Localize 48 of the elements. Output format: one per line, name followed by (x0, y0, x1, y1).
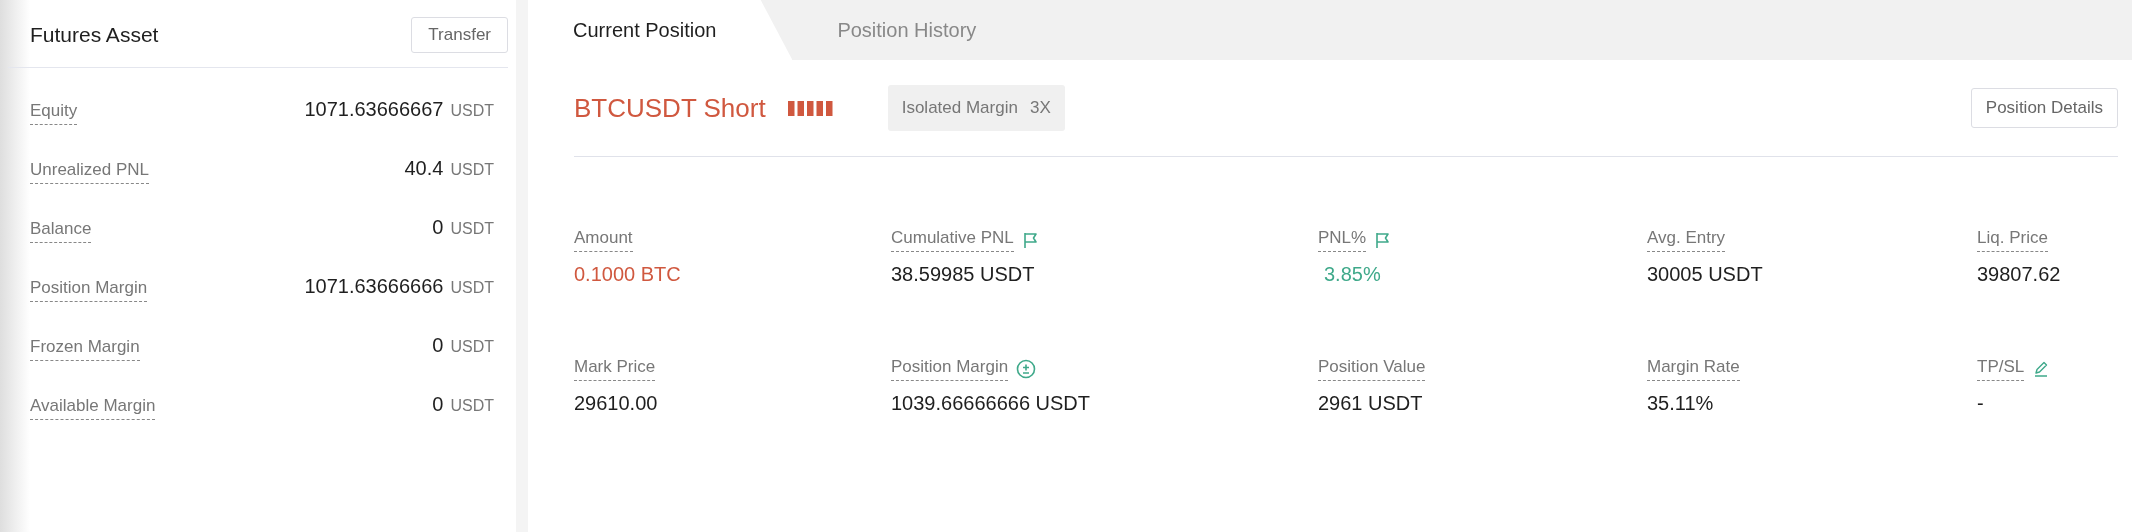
asset-unit: USDT (450, 220, 494, 238)
tab[interactable]: Current Position (528, 0, 793, 60)
transfer-button[interactable]: Transfer (411, 16, 508, 53)
stat-value: 3.85% (1324, 263, 1381, 286)
asset-value: 1071.63666667 (304, 98, 444, 121)
asset-value: 40.4 (404, 157, 444, 180)
asset-label: Balance (30, 219, 92, 243)
asset-label: Position Margin (30, 278, 148, 302)
stat-value: 2961 USDT (1318, 392, 1423, 415)
stat-value: 1039.66666666 USDT (891, 392, 1091, 415)
asset-unit: USDT (450, 102, 494, 120)
stat-label: Avg. Entry (1647, 228, 1726, 252)
asset-unit: USDT (450, 397, 494, 415)
asset-label: Equity (30, 101, 78, 125)
position-title: BTCUSDT Short (574, 92, 766, 124)
stat-label: Mark Price (574, 357, 656, 381)
stat-label: TP/SL (1977, 357, 2025, 381)
plus-minus-icon[interactable] (1016, 359, 1037, 379)
asset-label: Frozen Margin (30, 337, 140, 361)
panel-title: Futures Asset (30, 22, 159, 47)
stat-value: 38.59985 USDT (891, 263, 1035, 286)
stat-value: 39807.62 (1977, 263, 2061, 286)
asset-label: Available Margin (30, 396, 156, 420)
asset-value: 1071.63666666 (304, 275, 444, 298)
asset-unit: USDT (450, 161, 494, 179)
risk-bars-icon (787, 99, 834, 117)
asset-unit: USDT (450, 338, 494, 356)
asset-value: 0 (432, 334, 444, 357)
stat-label: PNL% (1318, 228, 1367, 252)
stat-label: Liq. Price (1977, 228, 2048, 252)
stat-value: 35.11% (1647, 392, 1714, 415)
asset-label: Unrealized PNL (30, 160, 150, 184)
asset-value: 0 (432, 393, 444, 416)
stat-value: 30005 USDT (1647, 263, 1763, 286)
position-details-button[interactable]: Position Details (1970, 88, 2118, 128)
stat-label: Position Margin (891, 357, 1009, 381)
asset-value: 0 (432, 216, 444, 239)
margin-mode-tag: Isolated Margin 3X (887, 85, 1065, 131)
flag-icon[interactable] (1021, 231, 1040, 249)
stat-value: 0.1000 BTC (574, 263, 681, 286)
stat-label: Amount (574, 228, 633, 252)
stat-label: Margin Rate (1647, 357, 1740, 381)
stat-value: 29610.00 (574, 392, 658, 415)
asset-unit: USDT (450, 279, 494, 297)
stat-label: Cumulative PNL (891, 228, 1014, 252)
stat-value: - (1977, 392, 1984, 415)
stat-label: Position Value (1318, 357, 1426, 381)
tab[interactable]: Position History (792, 0, 1017, 60)
